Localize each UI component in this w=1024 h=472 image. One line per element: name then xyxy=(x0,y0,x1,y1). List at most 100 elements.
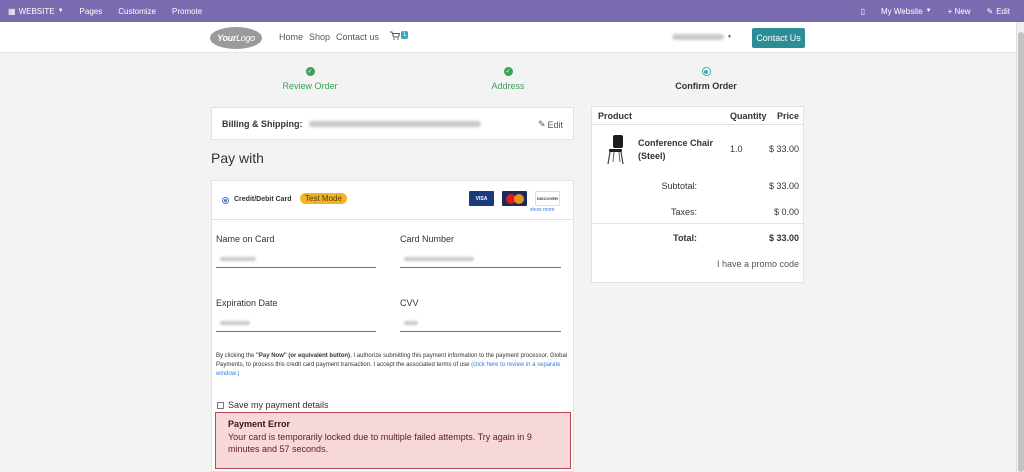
caret-down-icon: ▼ xyxy=(727,33,732,40)
name-on-card-label: Name on Card xyxy=(216,234,275,244)
product-header: Product xyxy=(598,111,633,121)
price-header: Price xyxy=(776,111,799,121)
discover-logo: DISCOVER xyxy=(535,191,560,206)
total-label: Total: xyxy=(673,233,697,243)
nav-home[interactable]: Home xyxy=(279,32,303,42)
terms-bold: "Pay Now" (or equivalent button) xyxy=(256,353,351,359)
site-header: Your Logo Home Shop Contact us 1 ▼ Contac… xyxy=(0,22,1016,53)
step-confirm-order: Confirm Order xyxy=(646,67,766,91)
card-number-placeholder-redacted xyxy=(404,256,474,261)
edit-label: Edit xyxy=(996,6,1010,16)
save-payment-details-row[interactable]: Save my payment details xyxy=(217,400,329,410)
visa-logo: VISA xyxy=(469,191,494,206)
card-number-input[interactable] xyxy=(400,250,561,268)
scrollbar-thumb[interactable] xyxy=(1018,32,1024,472)
pencil-icon: ✎ xyxy=(986,6,994,16)
promote-menu[interactable]: Promote xyxy=(164,7,210,16)
product-quantity: 1.0 xyxy=(730,144,743,154)
name-on-card-input[interactable] xyxy=(216,250,376,268)
promote-label: Promote xyxy=(172,6,203,16)
current-step-icon xyxy=(701,67,711,76)
expiration-date-label: Expiration Date xyxy=(216,298,278,308)
mastercard-circles-icon xyxy=(505,193,524,204)
payment-form: Credit/Debit Card Test Mode VISA DISCOVE… xyxy=(211,180,574,472)
edit-button[interactable]: ✎ Edit xyxy=(979,7,1019,16)
promo-code-link[interactable]: I have a promo code xyxy=(717,259,799,269)
cvv-label: CVV xyxy=(400,298,419,308)
nav-contact-us[interactable]: Contact us xyxy=(336,32,379,42)
contact-us-button[interactable]: Contact Us xyxy=(752,28,805,48)
taxes-label: Taxes: xyxy=(670,207,697,217)
step-review-order[interactable]: ✓ Review Order xyxy=(250,67,370,91)
payment-error-alert: Payment Error Your card is temporarily l… xyxy=(215,412,571,469)
total-divider xyxy=(592,223,803,224)
website-menu-label: WEBSITE xyxy=(18,6,55,16)
card-number-label: Card Number xyxy=(400,234,455,244)
customize-label: Customize xyxy=(118,6,157,16)
caret-down-icon: ▼ xyxy=(925,8,932,14)
summary-header-row: Product Quantity Price xyxy=(592,107,803,125)
website-menu[interactable]: ▦ WEBSITE ▼ xyxy=(0,7,72,16)
step-label: Confirm Order xyxy=(675,81,737,91)
edit-billing-label: Edit xyxy=(547,119,563,130)
mobile-preview-button[interactable]: ▯ xyxy=(853,7,873,16)
check-icon: ✓ xyxy=(305,67,315,76)
pay-with-heading: Pay with xyxy=(211,150,264,166)
payment-method-row: Credit/Debit Card Test Mode VISA DISCOVE… xyxy=(212,181,573,220)
logo-part2: Logo xyxy=(236,33,255,43)
subtotal-label: Subtotal: xyxy=(661,181,697,191)
cart-link[interactable]: 1 xyxy=(390,31,409,40)
credit-card-radio[interactable] xyxy=(222,197,229,204)
total-value: $ 33.00 xyxy=(768,233,799,243)
product-name[interactable]: Conference Chair (Steel) xyxy=(638,137,720,163)
user-name-redacted xyxy=(672,33,724,40)
taxes-value: $ 0.00 xyxy=(773,207,799,217)
pages-label: Pages xyxy=(79,6,103,16)
quantity-header: Quantity xyxy=(730,111,767,121)
admin-bar: ▦ WEBSITE ▼ Pages Customize Promote ▯ My… xyxy=(0,0,1024,22)
show-more-link[interactable]: show more xyxy=(530,207,554,213)
nav-shop[interactable]: Shop xyxy=(309,32,330,42)
save-payment-checkbox[interactable] xyxy=(217,401,224,409)
expiry-placeholder-redacted xyxy=(220,320,250,325)
my-website-label: My Website xyxy=(881,6,923,16)
edit-icon: ✎ xyxy=(537,119,546,129)
step-address[interactable]: ✓ Address xyxy=(448,67,568,91)
credit-card-label: Credit/Debit Card xyxy=(234,196,292,203)
pages-menu[interactable]: Pages xyxy=(72,7,111,16)
expiration-date-input[interactable] xyxy=(216,314,376,332)
subtotal-value: $ 33.00 xyxy=(768,181,799,191)
page-scrollbar[interactable] xyxy=(1016,22,1024,472)
conference-chair-image xyxy=(607,135,624,165)
mastercard-logo xyxy=(502,191,527,206)
product-price: $ 33.00 xyxy=(768,144,799,154)
cart-count-badge: 1 xyxy=(401,31,409,39)
check-icon: ✓ xyxy=(503,67,513,76)
new-button[interactable]: + New xyxy=(940,7,979,16)
edit-billing-button[interactable]: ✎ Edit xyxy=(538,119,563,130)
billing-shipping-box: Billing & Shipping: ✎ Edit xyxy=(211,107,574,140)
cart-icon xyxy=(390,31,400,40)
cvv-input[interactable] xyxy=(400,314,561,332)
new-label: + New xyxy=(947,6,971,16)
order-summary: Product Quantity Price Conference Chair … xyxy=(591,106,804,283)
site-logo[interactable]: Your Logo xyxy=(210,27,262,49)
customize-menu[interactable]: Customize xyxy=(110,7,164,16)
name-placeholder-redacted xyxy=(220,256,256,261)
error-message: Your card is temporarily locked due to m… xyxy=(228,432,532,454)
mobile-icon: ▯ xyxy=(860,6,865,16)
step-label: Review Order xyxy=(282,81,338,91)
save-payment-label: Save my payment details xyxy=(228,400,329,410)
billing-address-redacted xyxy=(308,120,481,127)
test-mode-badge: Test Mode xyxy=(300,193,347,204)
billing-label: Billing & Shipping: xyxy=(222,118,303,129)
logo-part1: Your xyxy=(217,33,237,43)
user-menu[interactable]: ▼ xyxy=(672,32,732,41)
apps-icon: ▦ xyxy=(8,6,16,16)
cvv-placeholder-redacted xyxy=(404,320,418,325)
caret-down-icon: ▼ xyxy=(57,8,64,14)
step-label: Address xyxy=(491,81,525,91)
terms-prefix: By clicking the xyxy=(216,353,257,359)
my-website-menu[interactable]: My Website ▼ xyxy=(873,7,940,16)
error-title: Payment Error xyxy=(228,419,291,429)
